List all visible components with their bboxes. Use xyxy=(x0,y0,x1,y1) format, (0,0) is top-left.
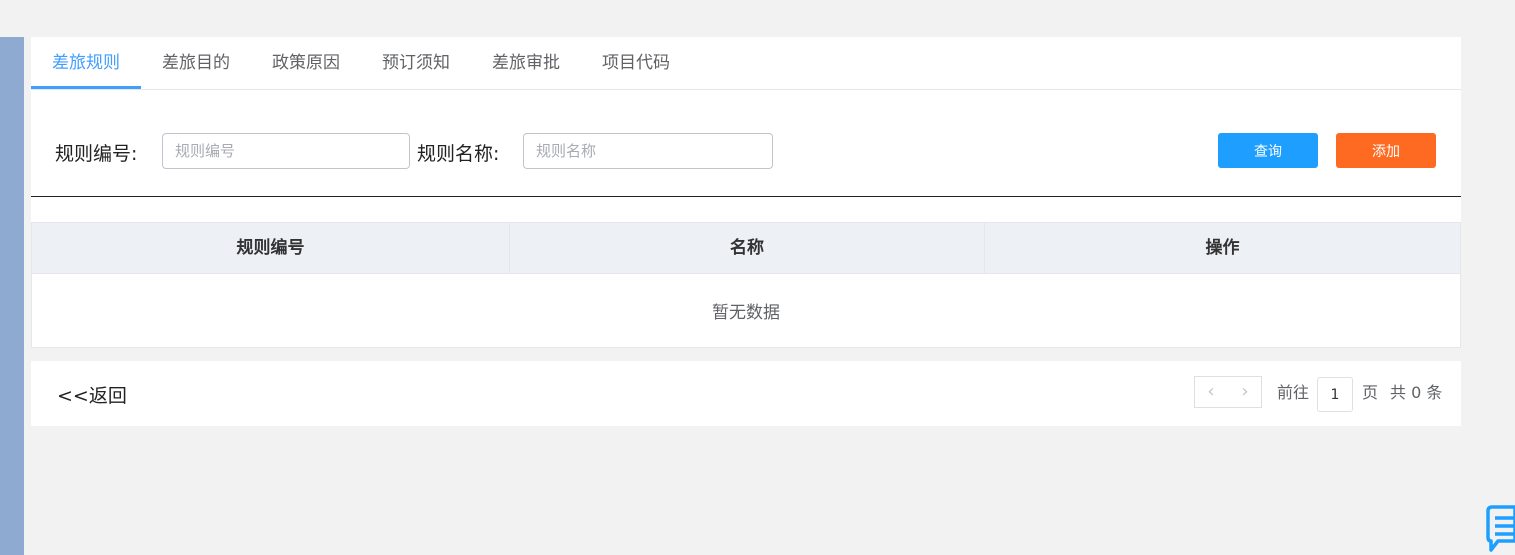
tab-project-code[interactable]: 项目代码 xyxy=(581,37,691,89)
back-link[interactable]: <<返回 xyxy=(57,381,127,408)
divider xyxy=(31,196,1461,197)
rule-name-input[interactable] xyxy=(523,133,773,169)
chevron-left-icon[interactable]: ‹ xyxy=(1195,377,1227,407)
active-tab-indicator xyxy=(31,86,141,89)
goto-label: 前往 xyxy=(1277,383,1310,402)
tab-travel-rules[interactable]: 差旅规则 xyxy=(31,37,141,89)
rules-table: 规则编号 名称 操作 暂无数据 xyxy=(31,222,1461,348)
tab-bar: 差旅规则 差旅目的 政策原因 预订须知 差旅审批 项目代码 xyxy=(31,37,1461,90)
chevron-right-icon[interactable]: › xyxy=(1229,377,1261,407)
pager-arrows: ‹ › xyxy=(1194,376,1262,408)
column-header-rule-code: 规则编号 xyxy=(32,223,510,273)
page-number-input[interactable] xyxy=(1317,377,1353,412)
rule-code-label: 规则编号: xyxy=(55,143,138,165)
tab-travel-approval[interactable]: 差旅审批 xyxy=(471,37,581,89)
page-unit-label: 页 xyxy=(1362,383,1379,402)
rule-code-input[interactable] xyxy=(162,133,410,169)
empty-table-text: 暂无数据 xyxy=(712,303,780,323)
footer-bar: <<返回 ‹ › 前往 页 共 0 条 xyxy=(31,361,1461,426)
chat-icon[interactable] xyxy=(1484,505,1515,555)
column-header-name: 名称 xyxy=(510,223,985,273)
tab-travel-purpose[interactable]: 差旅目的 xyxy=(141,37,251,89)
column-header-actions: 操作 xyxy=(1205,238,1240,258)
query-button[interactable]: 查询 xyxy=(1218,133,1318,168)
tab-policy-reason[interactable]: 政策原因 xyxy=(251,37,361,89)
tab-booking-notice[interactable]: 预订须知 xyxy=(361,37,471,89)
rules-panel: 差旅规则 差旅目的 政策原因 预订须知 差旅审批 项目代码 规则编号: 规则名称… xyxy=(31,37,1461,348)
rule-name-label: 规则名称: xyxy=(417,143,500,165)
table-header: 规则编号 名称 操作 xyxy=(32,223,1460,274)
add-button[interactable]: 添加 xyxy=(1336,133,1436,168)
sidebar-strip xyxy=(0,37,24,555)
total-count: 共 0 条 xyxy=(1390,383,1443,402)
